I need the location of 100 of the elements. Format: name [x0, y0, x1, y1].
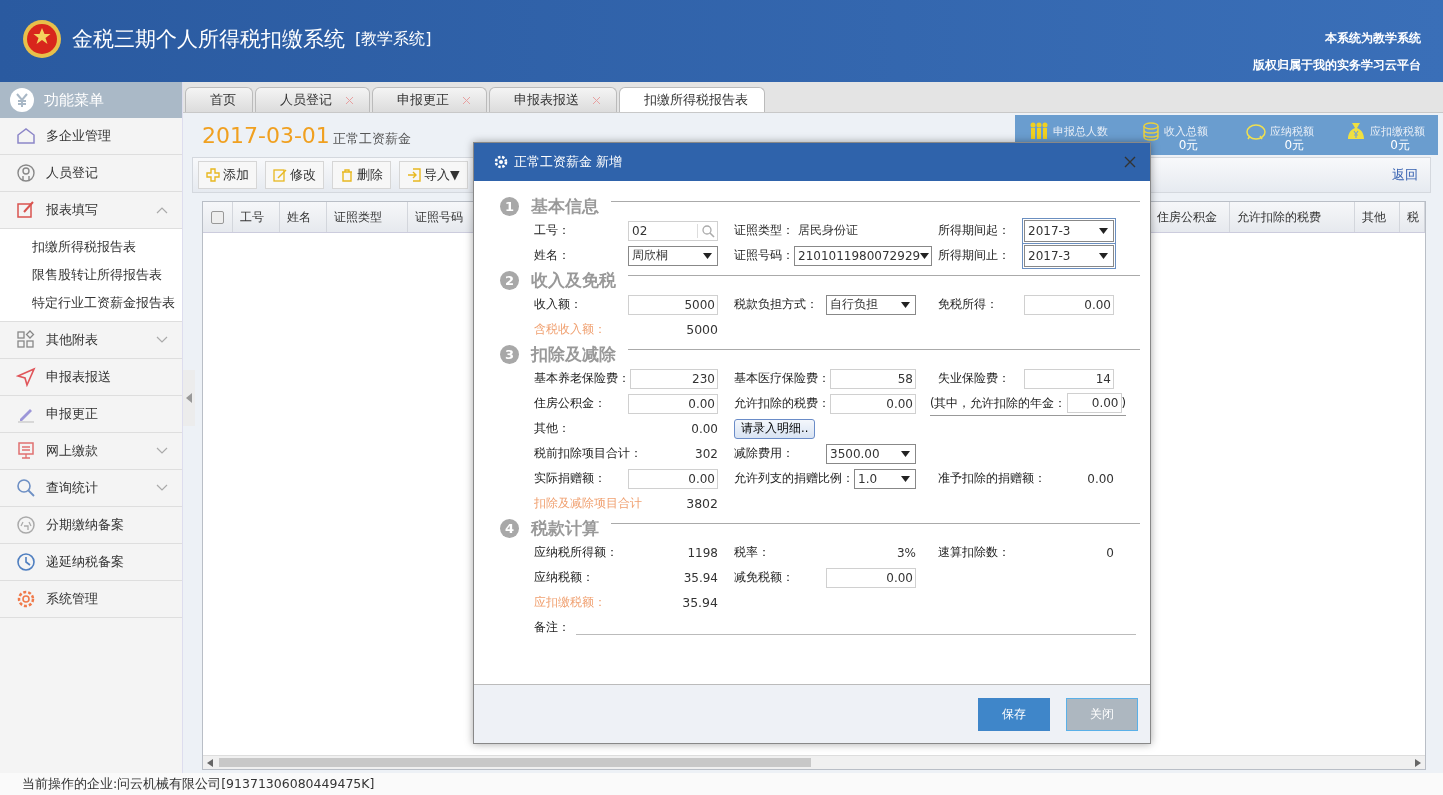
- field-label: 基本养老保险费：: [534, 371, 630, 386]
- column-header[interactable]: 工号: [233, 202, 280, 232]
- status-bar: 当前操作的企业:问云机械有限公司[91371306080449475K]: [0, 773, 1443, 795]
- menu-item[interactable]: 其他附表: [0, 322, 182, 359]
- input-field[interactable]: 0.00: [1066, 393, 1122, 413]
- plus-icon: [206, 168, 220, 182]
- value-text: 居民身份证: [798, 222, 858, 239]
- step-number: 2: [500, 270, 519, 290]
- field-label: 证照类型：: [734, 223, 794, 238]
- column-header[interactable]: 证照类型: [327, 202, 408, 232]
- caret-icon: [1099, 227, 1108, 234]
- toolbar-button[interactable]: 删除: [332, 161, 391, 189]
- menu-title: 功能菜单: [44, 90, 104, 110]
- person-icon: [16, 163, 36, 183]
- dropdown[interactable]: 1.0: [854, 468, 916, 489]
- report-date: 2017-03-01: [202, 122, 330, 148]
- input-field[interactable]: 0.00: [628, 468, 718, 489]
- triangle-icon: [186, 393, 192, 403]
- tab[interactable]: 扣缴所得税报告表: [619, 87, 765, 112]
- select-all-checkbox[interactable]: [211, 210, 224, 224]
- field-label: 税前扣除项目合计：: [534, 446, 642, 461]
- dropdown[interactable]: 自行负担: [826, 294, 916, 315]
- toolbar-button[interactable]: 导入▼: [399, 161, 468, 189]
- field-label: 其他：: [534, 421, 570, 436]
- yen-icon: [10, 88, 34, 112]
- section-title: 税款计算: [531, 516, 599, 540]
- input-field[interactable]: 5000: [628, 294, 718, 315]
- search-icon: [697, 223, 715, 238]
- report-type: 正常工资薪金: [332, 129, 411, 148]
- column-header[interactable]: 姓名: [280, 202, 327, 232]
- input-field[interactable]: 0.00: [1024, 294, 1114, 315]
- dialog-title: 正常工资薪金 新增: [514, 153, 623, 171]
- input-field[interactable]: 0.00: [830, 393, 916, 414]
- menu-item[interactable]: 查询统计: [0, 470, 182, 507]
- total-value: 3802: [686, 496, 718, 511]
- menu-item[interactable]: 递延纳税备案: [0, 544, 182, 581]
- collapse-handle[interactable]: [183, 370, 195, 426]
- input-field[interactable]: 0.00: [628, 393, 718, 414]
- input-field[interactable]: 14: [1024, 368, 1114, 389]
- column-header[interactable]: 允许扣除的税费: [1230, 202, 1355, 232]
- submenu-item[interactable]: 扣缴所得税报告表: [0, 233, 182, 261]
- right-arrow-icon: [1415, 758, 1421, 767]
- field-label: (其中，允许扣除的年金：: [930, 395, 1067, 411]
- menu-item[interactable]: 分期缴纳备案: [0, 507, 182, 544]
- tab[interactable]: 申报表报送: [489, 87, 617, 112]
- field-label: 失业保险费：: [938, 371, 1010, 386]
- dropdown[interactable]: 3500.00: [826, 443, 916, 464]
- close-icon[interactable]: [593, 96, 600, 104]
- tab[interactable]: 首页: [185, 87, 253, 112]
- summary-label: 申报总人数: [1052, 123, 1108, 139]
- monitor-icon: [16, 441, 36, 461]
- detail-button[interactable]: 请录入明细..: [734, 418, 816, 439]
- field-label: 应纳税额：: [534, 570, 594, 585]
- scroll-thumb[interactable]: [219, 758, 811, 767]
- field-label: 免税所得：: [938, 297, 998, 312]
- caret-icon: [1099, 252, 1108, 259]
- save-button[interactable]: 保存: [978, 697, 1050, 731]
- app-subtitle: [教学系统]: [355, 28, 432, 50]
- column-header[interactable]: 其他: [1355, 202, 1400, 232]
- search-field[interactable]: 02: [628, 220, 718, 241]
- caret-icon: [901, 450, 910, 457]
- close-icon[interactable]: [346, 96, 353, 104]
- dropdown[interactable]: 2017-3: [1024, 219, 1114, 242]
- menu-item[interactable]: 人员登记: [0, 155, 182, 192]
- column-header[interactable]: 税: [1400, 202, 1425, 232]
- menu-item[interactable]: 系统管理: [0, 581, 182, 618]
- menu-item[interactable]: 网上缴款: [0, 433, 182, 470]
- input-field[interactable]: 58: [830, 368, 916, 389]
- dropdown[interactable]: 2101011980072929: [794, 245, 932, 266]
- total-value: 35.94: [682, 595, 718, 610]
- close-icon[interactable]: [463, 96, 470, 104]
- trash-icon: [340, 168, 354, 182]
- horizontal-scrollbar[interactable]: [203, 755, 1425, 769]
- submenu-item[interactable]: 特定行业工资薪金报告表: [0, 289, 182, 317]
- field-label: 允许扣除的税费：: [734, 396, 830, 411]
- input-field[interactable]: 0.00: [826, 567, 916, 588]
- input-field[interactable]: 230: [630, 368, 718, 389]
- back-link[interactable]: 返回: [1392, 166, 1418, 184]
- value-text: 0: [1106, 545, 1114, 560]
- submenu-item[interactable]: 限售股转让所得报告表: [0, 261, 182, 289]
- dropdown[interactable]: 2017-3: [1024, 244, 1114, 267]
- left-arrow-icon: [207, 758, 213, 767]
- tab[interactable]: 申报更正: [372, 87, 487, 112]
- menu-item[interactable]: 申报表报送: [0, 359, 182, 396]
- menu-item[interactable]: 多企业管理: [0, 118, 182, 155]
- dropdown[interactable]: 周欣桐: [628, 245, 718, 266]
- summary-value: 0元: [1283, 137, 1305, 154]
- field-label: 所得期间止：: [938, 248, 1010, 263]
- header-note: 版权归属于我的实务学习云平台: [1253, 57, 1421, 74]
- step-number: 3: [500, 344, 519, 364]
- field-label: 税款负担方式：: [734, 297, 818, 312]
- close-icon[interactable]: [1124, 156, 1136, 168]
- toolbar-button[interactable]: 修改: [265, 161, 324, 189]
- total-value: 5000: [686, 322, 718, 337]
- toolbar-button[interactable]: 添加: [198, 161, 257, 189]
- caret-icon: [901, 301, 910, 308]
- tab[interactable]: 人员登记: [255, 87, 370, 112]
- summary-value: 0元: [1177, 137, 1199, 154]
- menu-item[interactable]: 申报更正: [0, 396, 182, 433]
- clock-icon: [16, 552, 36, 572]
